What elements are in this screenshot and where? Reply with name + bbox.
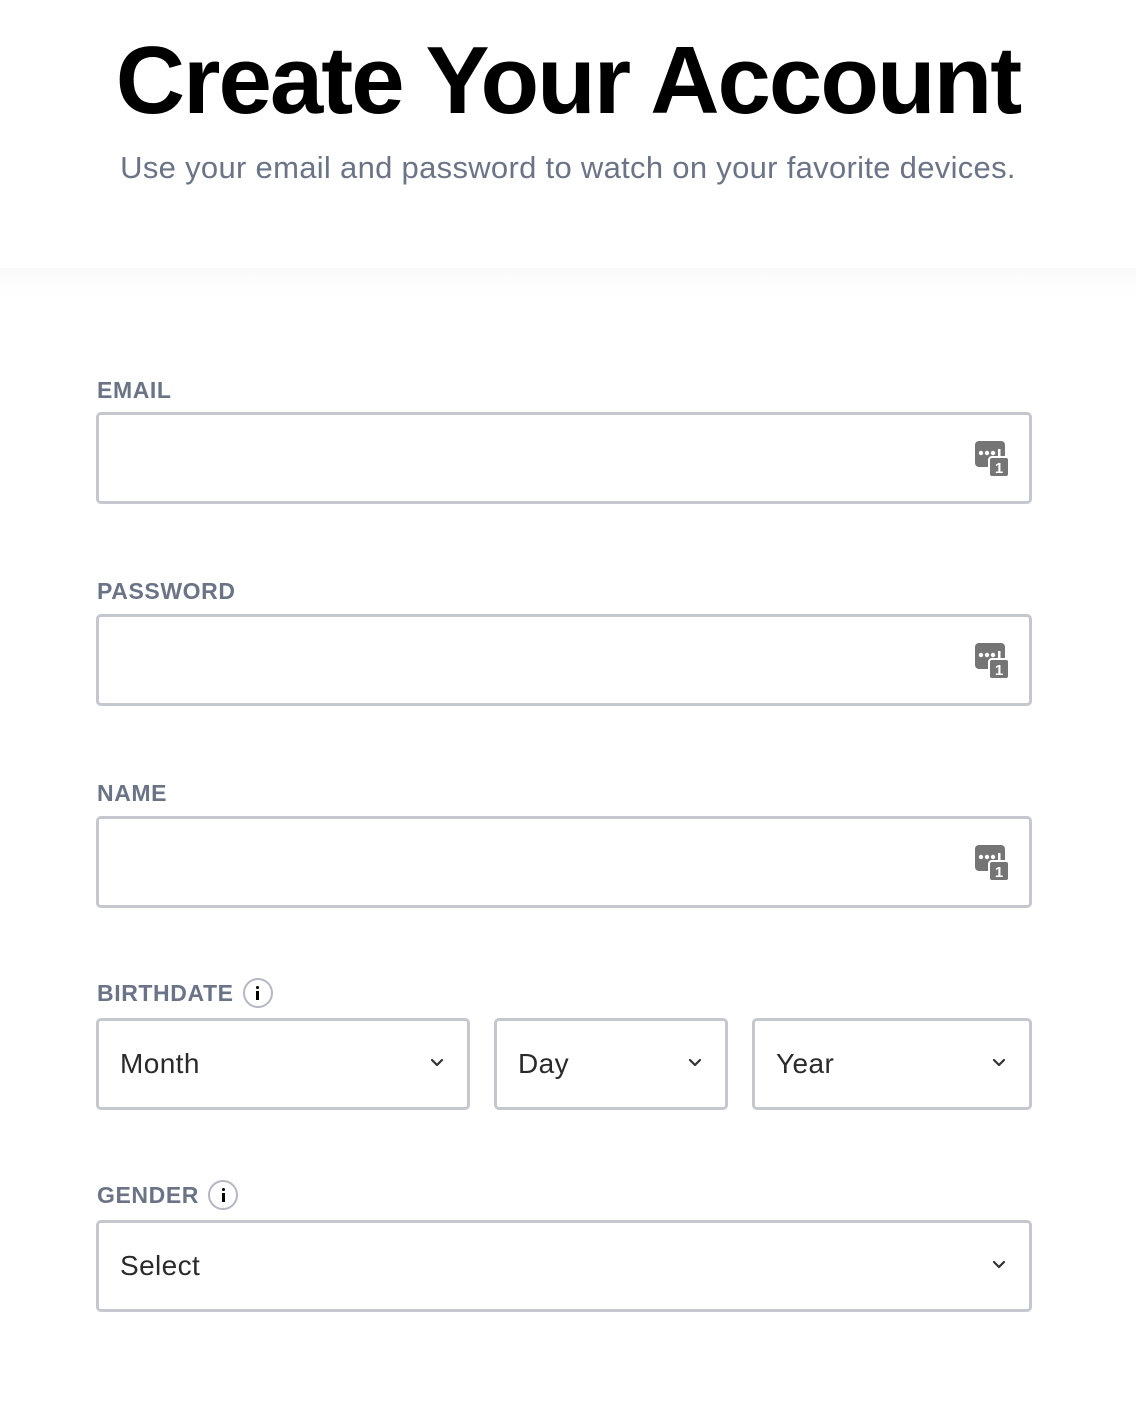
email-label: EMAIL	[97, 376, 172, 404]
gender-label-text: GENDER	[97, 1182, 200, 1208]
birth-day-select[interactable]: Day	[494, 1018, 728, 1110]
email-label-text: EMAIL	[97, 377, 172, 403]
password-manager-autofill-icon[interactable]: 1	[975, 441, 1009, 477]
gender-select[interactable]: Select	[96, 1220, 1032, 1312]
signup-page: Create Your Account Use your email and p…	[0, 0, 1136, 1408]
birth-year-value: Year	[776, 1048, 835, 1079]
birthdate-label: BIRTHDATE	[97, 978, 273, 1008]
password-input[interactable]	[99, 617, 979, 703]
svg-text:1: 1	[995, 662, 1003, 679]
email-field[interactable]: 1	[96, 412, 1032, 504]
password-manager-autofill-icon[interactable]: 1	[975, 845, 1009, 881]
birth-month-value: Month	[120, 1048, 200, 1079]
page-subtitle: Use your email and password to watch on …	[120, 150, 1016, 185]
birth-month-select[interactable]: Month	[96, 1018, 470, 1110]
info-icon[interactable]	[242, 978, 273, 1008]
birthdate-label-text: BIRTHDATE	[97, 980, 234, 1006]
chevron-down-icon	[430, 1058, 444, 1067]
chevron-down-icon	[992, 1058, 1006, 1067]
name-label: NAME	[97, 779, 167, 807]
password-field[interactable]: 1	[96, 614, 1032, 706]
page-title: Create Your Account	[115, 27, 1022, 134]
name-field[interactable]: 1	[96, 816, 1032, 908]
name-input[interactable]	[99, 819, 979, 905]
svg-text:1: 1	[995, 864, 1003, 881]
gender-label: GENDER	[97, 1180, 239, 1210]
page-header: Create Your Account Use your email and p…	[0, 0, 1136, 268]
gender-value: Select	[120, 1250, 201, 1281]
birth-year-select[interactable]: Year	[752, 1018, 1032, 1110]
birth-day-value: Day	[518, 1048, 569, 1079]
password-label-text: PASSWORD	[97, 578, 236, 604]
svg-text:1: 1	[995, 460, 1003, 477]
info-icon[interactable]	[208, 1180, 239, 1210]
name-label-text: NAME	[97, 780, 168, 806]
chevron-down-icon	[992, 1260, 1006, 1269]
password-manager-autofill-icon[interactable]: 1	[975, 643, 1009, 679]
password-label: PASSWORD	[97, 577, 236, 605]
email-input[interactable]	[99, 415, 979, 501]
chevron-down-icon	[688, 1058, 702, 1067]
